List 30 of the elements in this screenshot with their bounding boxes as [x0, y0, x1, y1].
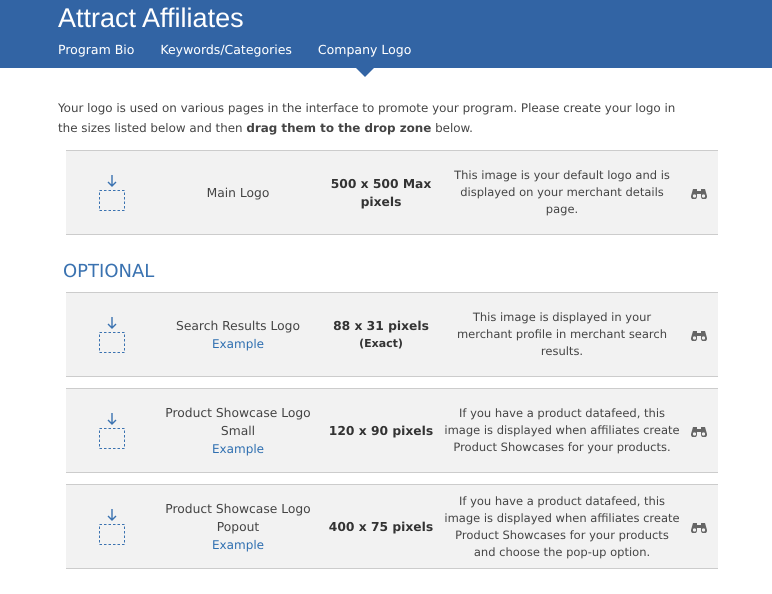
logo-description: If you have a product datafeed, this image is displayed when affiliates create Product Showcases for your products and choose the pop-up option. [444, 492, 680, 560]
logo-description: If you have a product datafeed, this image is displayed when affiliates create Product Showcases for your products. [444, 405, 680, 456]
tab[interactable]: Keywords/Categories [160, 42, 292, 57]
logo-name: Search Results Logo [176, 318, 300, 334]
intro-text: Your logo is used on various pages in the interface to promote your program. Please create your logo in the sizes listed below and then drag them to the drop zone below. [58, 100, 676, 137]
logo-name: Product Showcase Logo Small [164, 404, 312, 440]
drop-zone-icon[interactable] [97, 508, 127, 546]
logo-description: This image is your default logo and is displayed on your merchant details page. [453, 167, 671, 218]
binoculars-icon[interactable] [691, 520, 707, 532]
example-link[interactable]: Example [212, 536, 264, 554]
logo-size: 120 x 90 pixels [328, 422, 434, 440]
binoculars-icon[interactable] [691, 424, 707, 436]
binoculars-icon[interactable] [691, 328, 707, 340]
drop-zone-icon[interactable] [97, 316, 127, 354]
drop-zone-icon[interactable] [97, 174, 127, 212]
logo-name: Product Showcase Logo Popout [164, 500, 312, 536]
drop-zone-icon[interactable] [97, 412, 127, 450]
page-title: Attract Affiliates [58, 2, 245, 35]
logo-size: 88 x 31 pixels [333, 318, 429, 334]
logo-name: Main Logo [206, 184, 270, 202]
logo-size: 400 x 75 pixels [328, 518, 434, 536]
logo-size: 500 x 500 Max pixels [330, 176, 432, 210]
logo-description: This image is displayed in your merchant profile in merchant search results. [456, 309, 668, 360]
example-link[interactable]: Example [212, 440, 264, 458]
binoculars-icon[interactable] [691, 186, 707, 198]
section-heading: OPTIONAL [63, 261, 156, 282]
size-note: (Exact) [359, 336, 403, 352]
tab[interactable]: Program Bio [58, 42, 134, 57]
example-link[interactable]: Example [212, 334, 264, 352]
tab[interactable]: Company Logo [318, 42, 412, 77]
